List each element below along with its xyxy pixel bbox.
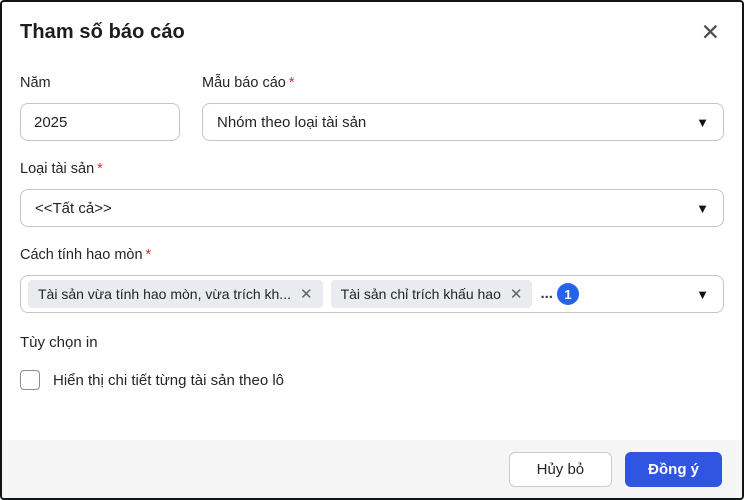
chevron-down-icon: ▼ [696,116,709,129]
report-template-value: Nhóm theo loại tài sản [217,114,686,131]
report-template-select[interactable]: Nhóm theo loại tài sản ▼ [202,103,724,141]
overflow-count-badge[interactable]: 1 [557,283,579,305]
overflow-indicator: ... 1 [540,283,579,305]
report-template-field-group: Mẫu báo cáo* Nhóm theo loại tài sản ▼ [202,75,724,141]
checkbox[interactable] [20,370,40,390]
chevron-down-icon: ▼ [696,288,709,301]
tag-label: Tài sản chỉ trích khấu hao [341,286,501,302]
chevron-down-icon: ▼ [696,202,709,215]
selected-tag: Tài sản vừa tính hao mòn, vừa trích kh..… [28,280,323,308]
ok-button[interactable]: Đồng ý [625,452,722,487]
remove-tag-icon[interactable]: ✕ [510,287,523,302]
year-label: Năm [20,75,180,91]
print-options-label: Tùy chọn in [20,334,724,351]
overflow-ellipsis: ... [540,289,553,299]
depreciation-method-multiselect[interactable]: Tài sản vừa tính hao mòn, vừa trích kh..… [20,275,724,313]
year-input[interactable] [20,103,180,141]
required-mark: * [289,75,295,91]
dialog-footer: Hủy bỏ Đồng ý [2,440,742,498]
dialog-header: Tham số báo cáo ✕ [2,2,742,44]
selected-tag: Tài sản chỉ trích khấu hao ✕ [331,280,533,308]
checkbox-label: Hiển thị chi tiết từng tài sản theo lô [53,372,284,389]
required-mark: * [146,247,152,263]
asset-type-field-group: Loại tài sản* <<Tất cả>> ▼ [20,161,724,227]
asset-type-label: Loại tài sản* [20,161,724,177]
asset-type-value: <<Tất cả>> [35,200,686,217]
report-template-label: Mẫu báo cáo* [202,75,724,91]
dialog-body: Năm Mẫu báo cáo* Nhóm theo loại tài sản … [2,44,742,440]
dialog-title: Tham số báo cáo [20,21,185,44]
depreciation-method-field-group: Cách tính hao mòn* Tài sản vừa tính hao … [20,247,724,313]
year-field-group: Năm [20,75,180,141]
close-icon[interactable]: ✕ [699,21,722,44]
row-year-template: Năm Mẫu báo cáo* Nhóm theo loại tài sản … [20,75,724,141]
tag-label: Tài sản vừa tính hao mòn, vừa trích kh..… [38,286,291,302]
report-parameters-dialog: Tham số báo cáo ✕ Năm Mẫu báo cáo* Nhóm … [0,0,744,500]
show-detail-checkbox-row[interactable]: Hiển thị chi tiết từng tài sản theo lô [20,370,724,390]
cancel-button[interactable]: Hủy bỏ [509,452,613,487]
asset-type-select[interactable]: <<Tất cả>> ▼ [20,189,724,227]
depreciation-method-label: Cách tính hao mòn* [20,247,724,263]
remove-tag-icon[interactable]: ✕ [300,287,313,302]
required-mark: * [97,161,103,177]
